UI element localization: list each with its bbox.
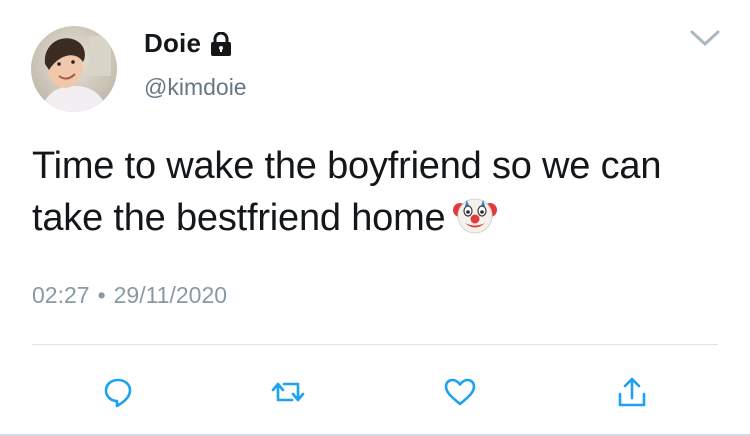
meta-separator: •	[97, 282, 106, 308]
heart-icon	[444, 378, 476, 406]
retweet-icon	[271, 382, 305, 402]
lock-icon	[210, 31, 232, 56]
retweet-button[interactable]	[268, 372, 308, 412]
avatar-photo	[31, 26, 117, 112]
reply-button[interactable]	[98, 372, 138, 412]
chevron-down-icon[interactable]	[688, 26, 722, 50]
like-button[interactable]	[440, 372, 480, 412]
tweet-card: Doie @kimdoie Time to wake the boyfriend…	[0, 0, 750, 436]
tweet-text: Time to wake the boyfriend so we can tak…	[32, 140, 712, 244]
author-name-row: Doie	[144, 28, 232, 59]
display-name[interactable]: Doie	[144, 28, 201, 59]
reply-icon	[104, 378, 132, 408]
divider	[32, 344, 718, 345]
tweet-time: 02:27	[32, 282, 90, 308]
tweet-date: 29/11/2020	[113, 282, 228, 308]
share-button[interactable]	[612, 372, 652, 412]
share-icon	[618, 377, 646, 407]
user-handle[interactable]: @kimdoie	[144, 74, 247, 101]
tweet-body: Time to wake the boyfriend so we can tak…	[32, 145, 662, 239]
avatar[interactable]	[31, 26, 117, 112]
tweet-timestamp[interactable]: 02:27 • 29/11/2020	[32, 282, 227, 309]
action-bar	[0, 364, 750, 414]
clown-face-icon	[453, 192, 498, 236]
